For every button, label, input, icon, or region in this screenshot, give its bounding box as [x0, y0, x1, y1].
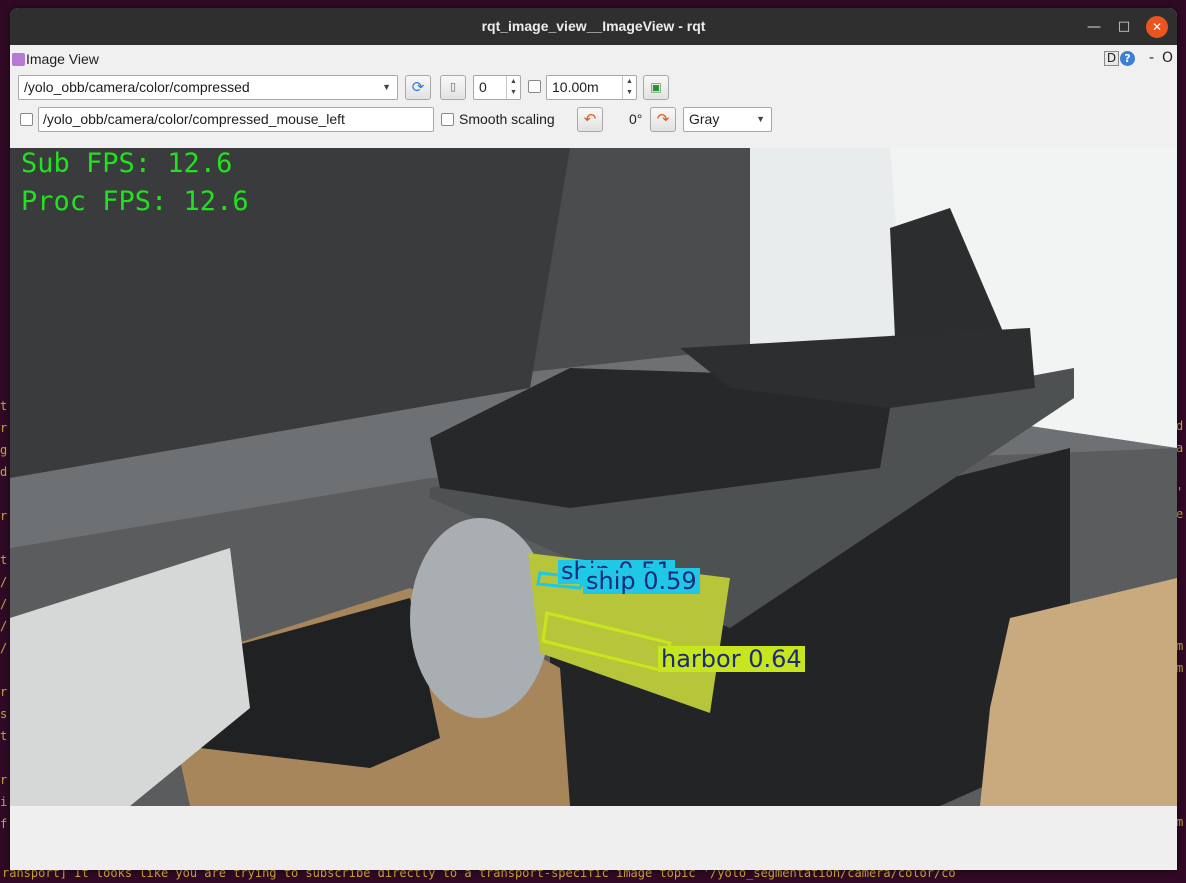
publish-mouse-checkbox[interactable] [20, 113, 33, 126]
rotate-right-button[interactable]: ↷ [650, 107, 676, 132]
window-titlebar[interactable]: rqt_image_view__ImageView - rqt — □ ✕ [10, 8, 1177, 45]
plugin-icon [12, 53, 25, 66]
plugin-header: Image View D ? - O [10, 47, 1177, 69]
window-title: rqt_image_view__ImageView - rqt [481, 18, 706, 34]
detection-label-harbor: harbor 0.64 [658, 646, 805, 672]
save-image-icon: ▣ [650, 80, 662, 94]
terminal-right-edge: d a ' e m m m [1176, 419, 1184, 829]
max-range-value: 10.00m [552, 79, 599, 95]
proc-fps-text: Proc FPS: 12.6 [21, 186, 249, 217]
smooth-scaling-label: Smooth scaling [459, 111, 555, 127]
minimize-plugin-button[interactable]: - [1149, 50, 1154, 66]
camera-image-view[interactable]: Sub FPS: 12.6 Proc FPS: 12.6 ship 0.51 s… [10, 148, 1177, 806]
zoom-original-icon: ▯ [449, 80, 457, 93]
save-image-button[interactable]: ▣ [643, 75, 669, 100]
zoom-spinbox[interactable]: 0 ▲ ▼ [473, 75, 521, 100]
rotate-left-button[interactable]: ↶ [577, 107, 603, 132]
color-scheme-select[interactable]: Gray ▼ [683, 107, 772, 132]
terminal-left-edge: trgdrt////rstrifrbe [0, 399, 8, 865]
refresh-topics-button[interactable]: ⟳ [405, 75, 431, 100]
max-range-spinbox[interactable]: 10.00m ▲ ▼ [546, 75, 637, 100]
plush-toy [410, 518, 550, 718]
topic-select[interactable]: /yolo_obb/camera/color/compressed ▼ [18, 75, 398, 100]
rotate-right-icon: ↷ [656, 110, 670, 128]
rqt-window: rqt_image_view__ImageView - rqt — □ ✕ Im… [10, 8, 1177, 870]
dock-button[interactable]: D [1104, 51, 1119, 66]
spin-arrows-icon[interactable]: ▲ ▼ [506, 76, 520, 99]
spin-arrows-icon[interactable]: ▲ ▼ [622, 76, 636, 99]
close-icon[interactable]: ✕ [1146, 16, 1168, 38]
plugin-title: Image View [26, 51, 99, 67]
maximize-icon[interactable]: □ [1113, 16, 1135, 38]
sub-fps-text: Sub FPS: 12.6 [21, 148, 233, 179]
image-bottom-padding [10, 806, 1177, 870]
zoom-spinbox-value: 0 [479, 79, 487, 95]
camera-scene [10, 148, 1177, 806]
refresh-icon: ⟳ [411, 78, 425, 96]
topic-select-value: /yolo_obb/camera/color/compressed [24, 79, 250, 95]
minimize-icon[interactable]: — [1083, 16, 1105, 38]
rotation-label: 0° [629, 111, 643, 127]
smooth-scaling-checkbox[interactable] [441, 113, 454, 126]
chevron-down-icon: ▼ [756, 114, 765, 124]
rotate-left-icon: ↶ [583, 110, 597, 128]
mouse-topic-input[interactable]: /yolo_obb/camera/color/compressed_mouse_… [38, 107, 434, 132]
dynamic-range-checkbox[interactable] [528, 80, 541, 93]
detection-label-ship-2: ship 0.59 [583, 568, 700, 594]
zoom-1-button[interactable]: ▯ [440, 75, 466, 100]
help-icon[interactable]: ? [1120, 51, 1135, 66]
chevron-down-icon: ▼ [382, 82, 391, 92]
close-plugin-button[interactable]: O [1162, 50, 1173, 66]
color-scheme-value: Gray [689, 111, 720, 127]
